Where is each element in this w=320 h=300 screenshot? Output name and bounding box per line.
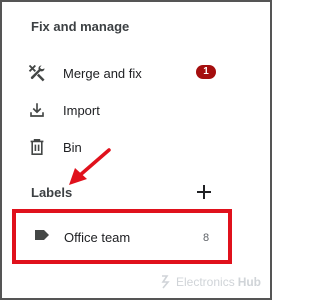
- image-border: [0, 0, 272, 300]
